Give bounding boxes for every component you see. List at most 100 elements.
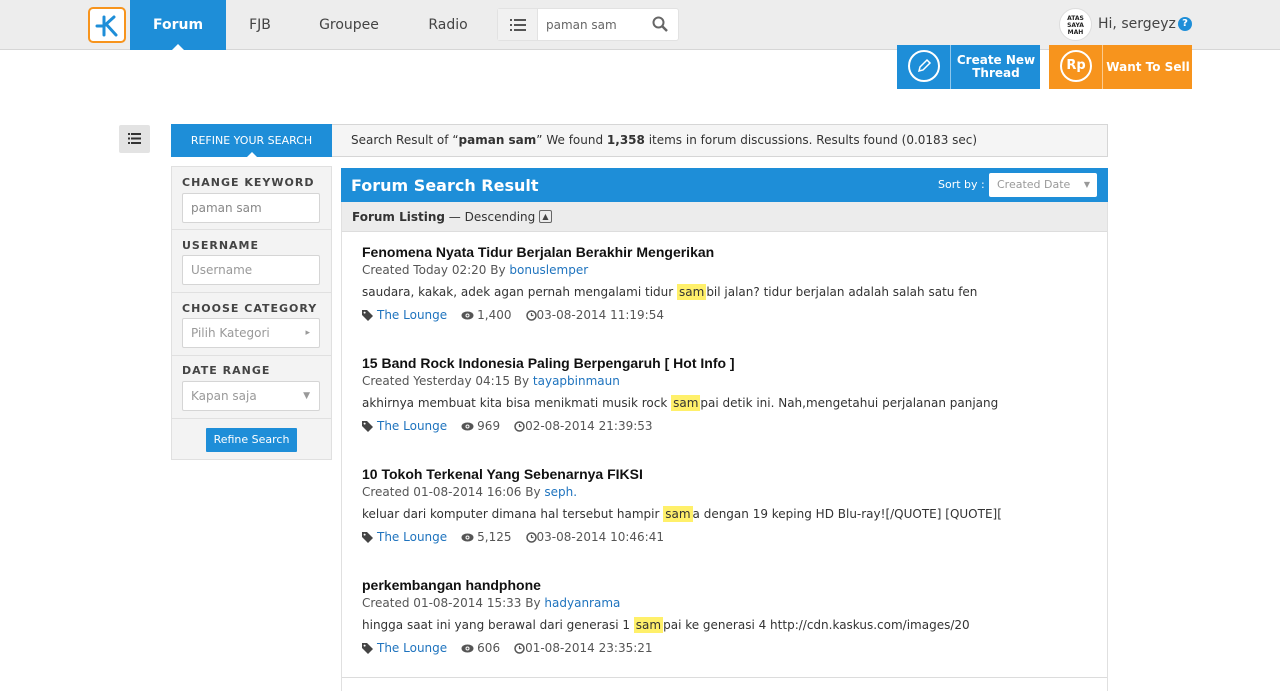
list-item: 15 Band Rock Indonesia Paling Berpengaru… <box>342 344 1107 456</box>
username-input[interactable]: Username <box>182 255 320 285</box>
snippet-highlight: sam <box>634 617 663 633</box>
list-item: perkembangan handphone Created 01-08-201… <box>342 566 1107 678</box>
clock-icon <box>514 421 525 432</box>
top-navbar: Forum FJB Groupee Radio ATAS SAYA MAH Hi… <box>0 0 1280 50</box>
snippet-after: a dengan 19 keping HD Blu-ray![/QUOTE] [… <box>693 507 1002 521</box>
eye-icon <box>461 644 474 653</box>
thread-category-link[interactable]: The Lounge <box>377 641 447 655</box>
summary-suffix: items in forum discussions. Results foun… <box>645 133 977 147</box>
thread-snippet: hingga saat ini yang berawal dari genera… <box>362 618 970 632</box>
category-label: CHOOSE CATEGORY <box>182 302 317 315</box>
caret-up-icon[interactable]: ▲ <box>539 210 552 223</box>
thread-category-link[interactable]: The Lounge <box>377 419 447 433</box>
summary-prefix: Search Result of “ <box>351 133 459 147</box>
results-header: Forum Search Result Sort by : Created Da… <box>341 168 1108 202</box>
list-item: Fenomena Nyata Tidur Berjalan Berakhir M… <box>342 233 1107 345</box>
tag-icon <box>362 421 373 432</box>
avatar[interactable]: ATAS SAYA MAH <box>1059 8 1092 41</box>
search-input[interactable] <box>546 15 646 35</box>
want-to-sell-label: Want To Sell <box>1104 45 1192 89</box>
thread-footer: The Lounge 1,400 03-08-2014 11:19:54 <box>362 308 664 322</box>
date-range-select[interactable]: Kapan saja ▼ <box>182 381 320 411</box>
listing-order-text: Forum Listing — Descending <box>352 210 535 224</box>
thread-author-link[interactable]: hadyanrama <box>544 596 620 610</box>
user-greeting[interactable]: Hi, sergeyz <box>1098 16 1176 32</box>
thread-meta: Created 01-08-2014 15:33 By hadyanrama <box>362 596 620 610</box>
thread-meta: Created Yesterday 04:15 By tayapbinmaun <box>362 374 620 388</box>
thread-meta: Created 01-08-2014 16:06 By seph. <box>362 485 577 499</box>
thread-last-post: 03-08-2014 10:46:41 <box>537 530 664 544</box>
date-range-value: Kapan saja <box>191 389 257 403</box>
thread-created: Created Yesterday 04:15 By <box>362 374 533 388</box>
thread-views: 5,125 <box>477 530 511 544</box>
rupiah-icon: Rp <box>1060 50 1092 82</box>
snippet-after: bil jalan? tidur berjalan adalah salah s… <box>706 285 977 299</box>
search-icon[interactable] <box>652 16 668 32</box>
thread-title-link[interactable]: perkembangan handphone <box>362 577 541 593</box>
thread-category-link[interactable]: The Lounge <box>377 308 447 322</box>
search-summary-bar: REFINE YOUR SEARCH Search Result of “pam… <box>171 124 1108 157</box>
category-select[interactable]: Pilih Kategori ▸ <box>182 318 320 348</box>
thread-footer: The Lounge 606 01-08-2014 23:35:21 <box>362 641 653 655</box>
forum-results-panel: Forum Search Result Sort by : Created Da… <box>341 168 1108 691</box>
avatar-text-line-3: MAH <box>1060 29 1091 36</box>
thread-title-link[interactable]: 15 Band Rock Indonesia Paling Berpengaru… <box>362 355 735 371</box>
nav-tab-radio[interactable]: Radio <box>418 0 478 50</box>
snippet-after: pai ke generasi 4 http://cdn.kaskus.com/… <box>663 618 970 632</box>
keyword-input[interactable]: paman sam <box>182 193 320 223</box>
thread-author-link[interactable]: tayapbinmaun <box>533 374 620 388</box>
refine-search-button[interactable]: Refine Search <box>206 428 297 452</box>
snippet-highlight: sam <box>671 395 700 411</box>
eye-icon <box>461 311 474 320</box>
summary-count: 1,358 <box>607 133 645 147</box>
sidebar-toggle-button[interactable] <box>119 125 150 153</box>
list-icon <box>128 133 141 144</box>
search-summary-text: Search Result of “paman sam” We found 1,… <box>351 133 977 147</box>
thread-snippet: akhirnya membuat kita bisa menikmati mus… <box>362 396 998 410</box>
thread-created: Created 01-08-2014 15:33 By <box>362 596 544 610</box>
refine-search-tab[interactable]: REFINE YOUR SEARCH <box>171 124 332 157</box>
sort-select[interactable]: Created Date ▼ <box>989 173 1097 197</box>
sell-icon-wrap: Rp <box>1049 45 1103 89</box>
listing-label: Forum Listing <box>352 210 445 224</box>
search-menu-button[interactable] <box>498 9 538 40</box>
category-filter: CHOOSE CATEGORY Pilih Kategori ▸ <box>172 293 331 356</box>
snippet-after: pai detik ini. Nah,mengetahui perjalanan… <box>700 396 998 410</box>
help-icon[interactable]: ? <box>1178 17 1192 31</box>
thread-footer: The Lounge 5,125 03-08-2014 10:46:41 <box>362 530 664 544</box>
thread-views: 969 <box>477 419 500 433</box>
thread-author-link[interactable]: seph. <box>544 485 577 499</box>
create-thread-icon-wrap <box>897 45 951 89</box>
create-thread-button[interactable]: Create New Thread <box>897 45 1040 89</box>
snippet-before: saudara, kakak, adek agan pernah mengala… <box>362 285 677 299</box>
thread-views: 606 <box>477 641 500 655</box>
thread-meta: Created Today 02:20 By bonuslemper <box>362 263 588 277</box>
summary-query: paman sam <box>459 133 537 147</box>
thread-category-link[interactable]: The Lounge <box>377 530 447 544</box>
snippet-highlight: sam <box>677 284 706 300</box>
clock-icon <box>526 310 537 321</box>
thread-title-link[interactable]: Fenomena Nyata Tidur Berjalan Berakhir M… <box>362 244 714 260</box>
list-item: 10 Tokoh Terkenal Yang Sebenarnya FIKSI … <box>342 455 1107 567</box>
keyword-label: CHANGE KEYWORD <box>182 176 314 189</box>
nav-tab-fjb[interactable]: FJB <box>236 0 284 50</box>
nav-tab-groupee[interactable]: Groupee <box>310 0 388 50</box>
thread-last-post: 02-08-2014 21:39:53 <box>525 419 652 433</box>
thread-last-post: 03-08-2014 11:19:54 <box>537 308 664 322</box>
refine-filter-panel: CHANGE KEYWORD paman sam USERNAME Userna… <box>171 166 332 460</box>
clock-icon <box>526 532 537 543</box>
date-range-label: DATE RANGE <box>182 364 270 377</box>
clock-icon <box>514 643 525 654</box>
thread-last-post: 01-08-2014 23:35:21 <box>525 641 652 655</box>
kaskus-logo-icon[interactable] <box>88 7 126 43</box>
thread-title-link[interactable]: 10 Tokoh Terkenal Yang Sebenarnya FIKSI <box>362 466 643 482</box>
nav-tab-forum[interactable]: Forum <box>130 0 226 50</box>
thread-author-link[interactable]: bonuslemper <box>509 263 588 277</box>
category-select-value: Pilih Kategori <box>191 326 270 340</box>
want-to-sell-button[interactable]: Rp Want To Sell <box>1049 45 1192 89</box>
thread-created: Created 01-08-2014 16:06 By <box>362 485 544 499</box>
snippet-highlight: sam <box>663 506 692 522</box>
pencil-icon <box>908 50 940 82</box>
eye-icon <box>461 533 474 542</box>
sort-select-value: Created Date <box>997 178 1070 191</box>
